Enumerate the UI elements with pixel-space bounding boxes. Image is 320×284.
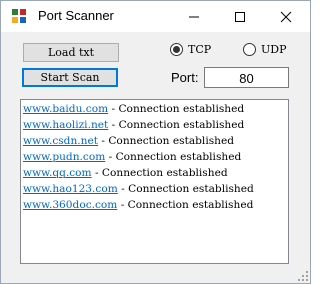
window-title: Port Scanner xyxy=(38,8,114,23)
udp-radio-indicator[interactable] xyxy=(243,43,256,56)
minimize-button[interactable] xyxy=(171,1,217,32)
minimize-icon xyxy=(189,16,199,18)
log-message: - Connection established xyxy=(117,183,254,195)
tcp-radio-indicator[interactable] xyxy=(170,43,183,56)
resize-grip-icon[interactable] xyxy=(298,271,308,281)
log-domain-link[interactable]: www.baidu.com xyxy=(23,103,108,115)
scan-results-log[interactable]: www.baidu.com - Connection established w… xyxy=(20,99,289,264)
log-domain-link[interactable]: www.pudn.com xyxy=(23,151,105,163)
log-message: - Connection established xyxy=(108,119,245,131)
log-domain-link[interactable]: www.qq.com xyxy=(23,167,92,179)
start-scan-button[interactable]: Start Scan xyxy=(22,68,118,87)
log-message: - Connection established xyxy=(117,199,254,211)
log-line: www.haolizi.net - Connection established xyxy=(23,117,244,133)
log-domain-link[interactable]: www.haolizi.net xyxy=(23,119,108,131)
log-domain-link[interactable]: www.csdn.net xyxy=(23,135,98,147)
port-input[interactable]: 80 xyxy=(204,67,289,88)
maximize-icon xyxy=(235,12,245,22)
log-line: www.hao123.com - Connection established xyxy=(23,181,254,197)
port-scanner-window: Port Scanner Load txt Start Scan TCP UDP… xyxy=(0,0,311,284)
log-line: www.pudn.com - Connection established xyxy=(23,149,241,165)
log-message: - Connection established xyxy=(105,151,242,163)
maximize-button[interactable] xyxy=(217,1,263,32)
tcp-radio-selected-dot xyxy=(173,46,180,53)
log-message: - Connection established xyxy=(91,167,228,179)
title-bar[interactable]: Port Scanner xyxy=(1,1,310,32)
log-message: - Connection established xyxy=(98,135,235,147)
load-txt-button[interactable]: Load txt xyxy=(23,43,119,62)
udp-radio-label: UDP xyxy=(261,43,287,56)
log-domain-link[interactable]: www.hao123.com xyxy=(23,183,118,195)
log-line: www.csdn.net - Connection established xyxy=(23,133,234,149)
log-domain-link[interactable]: www.360doc.com xyxy=(23,199,117,211)
log-message: - Connection established xyxy=(108,103,245,115)
close-icon xyxy=(280,11,292,23)
port-label: Port: xyxy=(171,70,199,85)
log-line: www.360doc.com - Connection established xyxy=(23,197,253,213)
app-grid-icon xyxy=(12,9,26,23)
close-button[interactable] xyxy=(263,1,309,32)
log-line: www.qq.com - Connection established xyxy=(23,165,228,181)
log-line: www.baidu.com - Connection established xyxy=(23,101,244,117)
tcp-radio-label: TCP xyxy=(188,43,212,56)
